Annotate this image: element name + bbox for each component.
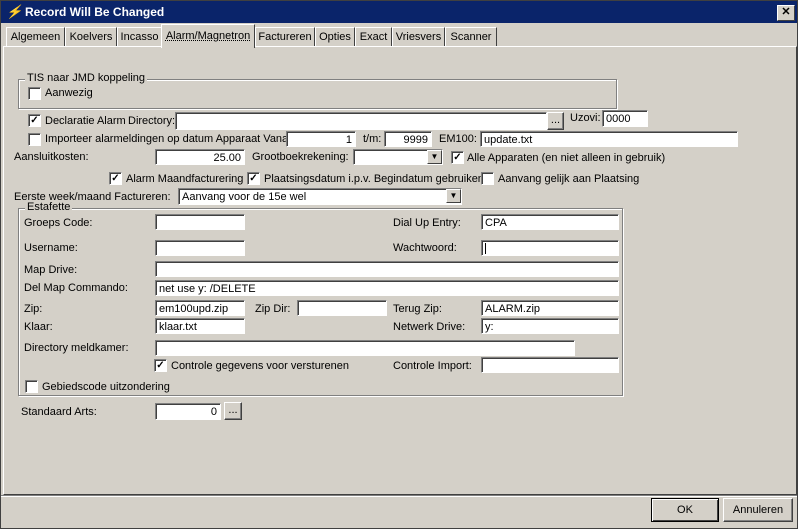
title-bar: ⚡ Record Will Be Changed ✕	[1, 1, 797, 23]
username-label: Username:	[24, 242, 78, 254]
uzovi-label: Uzovi:	[570, 112, 601, 124]
directory-label: Directory:	[128, 115, 176, 127]
tab-incasso[interactable]: Incasso	[117, 27, 162, 47]
aanvang-checkbox[interactable]	[481, 172, 494, 185]
controle-label: Controle gegevens voor versturenen	[171, 360, 349, 372]
tab-factureren[interactable]: Factureren	[255, 27, 315, 47]
zipdir-label: Zip Dir:	[255, 303, 291, 315]
groeps-field[interactable]	[155, 214, 245, 230]
tab-alarm-magnetron[interactable]: Alarm/Magnetron	[161, 24, 255, 48]
tm-field[interactable]: 9999	[384, 131, 432, 147]
em100-label: EM100:	[439, 133, 477, 145]
importeer-label: Importeer alarmeldingen op datum Apparaa…	[45, 133, 295, 145]
text-caret	[485, 243, 486, 254]
annuleren-button[interactable]: Annuleren	[723, 498, 793, 522]
gebied-checkbox[interactable]	[25, 380, 38, 393]
gebied-label: Gebiedscode uitzondering	[42, 381, 170, 393]
vanaf-field[interactable]: 1	[286, 131, 356, 147]
tab-exact[interactable]: Exact	[355, 27, 392, 47]
tab-alarm-magnetron-label: Alarm/Magnetron	[165, 30, 251, 42]
tab-scanner[interactable]: Scanner	[445, 27, 497, 47]
tm-label: t/m:	[363, 133, 382, 145]
dirmeld-label: Directory meldkamer:	[24, 342, 129, 354]
close-button[interactable]: ✕	[777, 5, 795, 21]
alle-apparaten-label: Alle Apparaten (en niet alleen in gebrui…	[467, 152, 666, 164]
window-title: Record Will Be Changed	[25, 5, 165, 19]
eerste-select-value: Aanvang voor de 15e wel	[182, 191, 307, 203]
tab-opties[interactable]: Opties	[315, 27, 355, 47]
dialup-field[interactable]: CPA	[481, 214, 619, 230]
grootboek-select[interactable]: ▼	[353, 149, 443, 165]
app-icon: ⚡	[6, 4, 23, 19]
chevron-down-icon[interactable]: ▼	[446, 189, 461, 203]
footer-separator	[1, 495, 797, 497]
uzovi-field[interactable]: 0000	[602, 110, 648, 127]
chevron-down-icon[interactable]: ▼	[427, 150, 442, 164]
username-field[interactable]	[155, 240, 245, 256]
tis-group-title: TIS naar JMD koppeling	[25, 72, 147, 84]
aanwezig-label: Aanwezig	[45, 87, 93, 99]
aansluit-label: Aansluitkosten:	[14, 151, 89, 163]
em100-field[interactable]: update.txt	[480, 131, 738, 147]
delmap-field[interactable]: net use y: /DELETE	[155, 280, 619, 296]
zip-label: Zip:	[24, 303, 43, 315]
map-drive-field[interactable]	[155, 261, 619, 277]
alle-apparaten-checkbox[interactable]: ✓	[451, 151, 464, 164]
standaard-arts-label: Standaard Arts:	[21, 406, 97, 418]
terugzip-label: Terug Zip:	[393, 303, 442, 315]
standaard-arts-field[interactable]: 0	[155, 403, 221, 420]
alarm-maand-label: Alarm Maandfacturering	[126, 173, 244, 185]
zipdir-field[interactable]	[297, 300, 387, 316]
wachtwoord-field[interactable]	[481, 240, 619, 256]
estafette-group-title: Estafette	[25, 201, 73, 213]
declaratie-checkbox[interactable]: ✓	[28, 114, 41, 127]
declaratie-label: Declaratie Alarm	[45, 115, 126, 127]
groeps-label: Groeps Code:	[24, 217, 93, 229]
netwerk-label: Netwerk Drive:	[393, 321, 466, 333]
controle-checkbox[interactable]: ✓	[154, 359, 167, 372]
aansluit-field[interactable]: 25.00	[155, 149, 245, 165]
ok-button[interactable]: OK	[651, 498, 719, 522]
eerste-select[interactable]: Aanvang voor de 15e wel ▼	[178, 188, 462, 205]
aanvang-label: Aanvang gelijk aan Plaatsing	[498, 173, 640, 185]
dialog-window: ⚡ Record Will Be Changed ✕ Algemeen Koel…	[0, 0, 798, 529]
klaar-label: Klaar:	[24, 321, 53, 333]
tab-vriesvers[interactable]: Vriesvers	[392, 27, 445, 47]
plaatsing-checkbox[interactable]: ✓	[247, 172, 260, 185]
zip-field[interactable]: em100upd.zip	[155, 300, 245, 316]
grootboek-label: Grootboekrekening:	[252, 151, 349, 163]
tab-algemeen[interactable]: Algemeen	[6, 27, 65, 47]
standaard-arts-browse-button[interactable]: ...	[224, 402, 242, 420]
dialup-label: Dial Up Entry:	[393, 217, 461, 229]
plaatsing-label: Plaatsingsdatum i.p.v. Begindatum gebrui…	[264, 173, 484, 185]
klaar-field[interactable]: klaar.txt	[155, 318, 245, 334]
wachtwoord-label: Wachtwoord:	[393, 242, 457, 254]
directory-browse-button[interactable]: ...	[547, 112, 564, 130]
controle-import-label: Controle Import:	[393, 360, 472, 372]
map-drive-label: Map Drive:	[24, 264, 78, 276]
aanwezig-checkbox[interactable]	[28, 87, 41, 100]
dirmeld-field[interactable]	[155, 340, 575, 356]
controle-import-field[interactable]	[481, 357, 619, 373]
delmap-label: Del Map Commando:	[24, 282, 128, 294]
importeer-checkbox[interactable]	[28, 133, 41, 146]
netwerk-field[interactable]: y:	[481, 318, 619, 334]
terugzip-field[interactable]: ALARM.zip	[481, 300, 619, 316]
directory-field[interactable]	[175, 112, 547, 130]
tab-koelvers[interactable]: Koelvers	[65, 27, 117, 47]
alarm-maand-checkbox[interactable]: ✓	[109, 172, 122, 185]
